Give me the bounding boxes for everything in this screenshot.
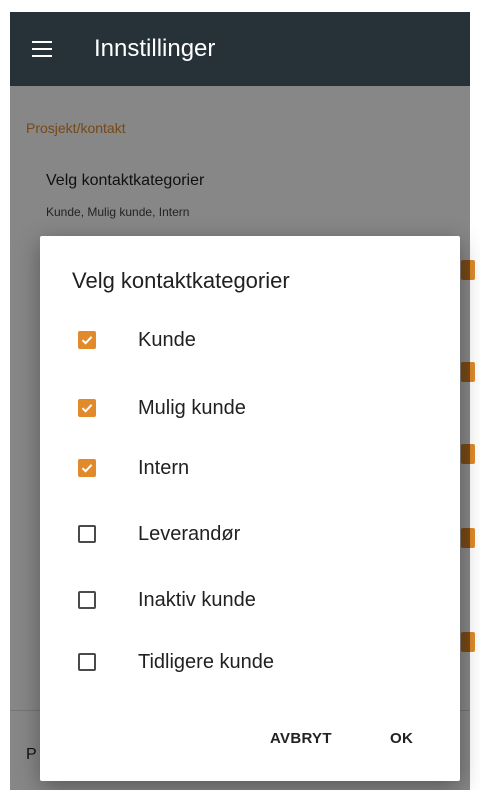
checkbox-checked-icon[interactable]: [78, 459, 96, 477]
ok-button[interactable]: OK: [390, 730, 413, 747]
checkbox-option[interactable]: Leverandør: [40, 504, 460, 564]
checkbox-option[interactable]: Mulig kunde: [40, 378, 460, 438]
page-title: Innstillinger: [94, 35, 216, 62]
checkbox-option[interactable]: Intern: [40, 438, 460, 498]
option-label: Tidligere kunde: [138, 650, 275, 673]
checkbox-option[interactable]: Kunde: [40, 310, 460, 370]
app-bar: Innstillinger: [10, 12, 470, 86]
option-label: Leverandør: [138, 522, 241, 545]
option-label: Kunde: [138, 328, 196, 351]
checkbox-option[interactable]: Tidligere kunde: [40, 632, 460, 692]
dialog-title: Velg kontaktkategorier: [72, 268, 290, 293]
category-dialog: Velg kontaktkategorier Kunde Mulig kunde I…: [40, 236, 460, 781]
screen: Innstillinger Prosjekt/kontakt Velg kont…: [0, 0, 480, 790]
checkbox-unchecked-icon[interactable]: [78, 525, 96, 543]
option-label: Intern: [138, 456, 190, 479]
cancel-button[interactable]: AVBRYT: [270, 730, 332, 747]
option-label: Mulig kunde: [138, 396, 246, 419]
checkbox-checked-icon[interactable]: [78, 331, 96, 349]
checkbox-option[interactable]: Inaktiv kunde: [40, 570, 460, 630]
checkbox-unchecked-icon[interactable]: [78, 653, 96, 671]
hamburger-menu-icon[interactable]: [32, 41, 52, 57]
checkbox-checked-icon[interactable]: [78, 399, 96, 417]
option-label: Inaktiv kunde: [138, 588, 256, 611]
checkbox-unchecked-icon[interactable]: [78, 591, 96, 609]
